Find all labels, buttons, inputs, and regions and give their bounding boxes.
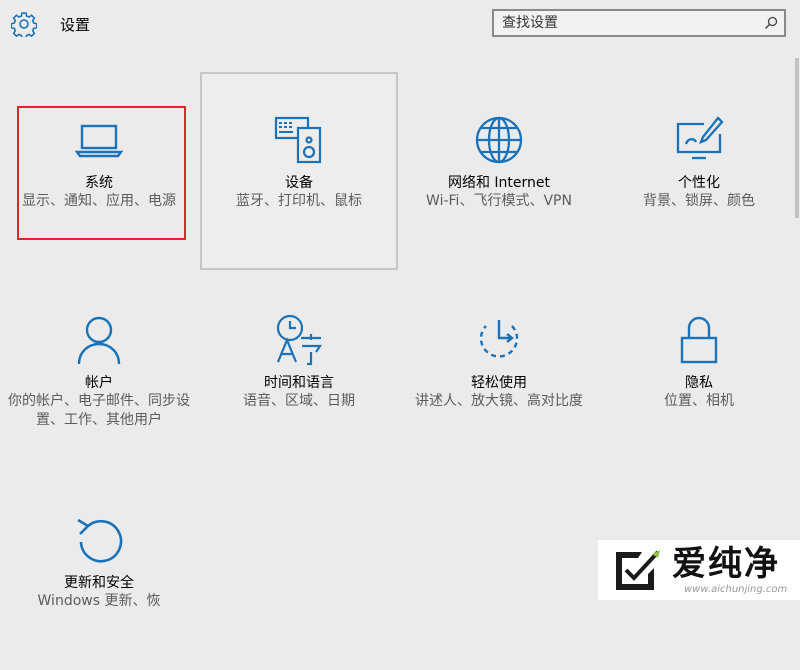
search-icon[interactable] <box>764 16 778 30</box>
ease-of-access-icon <box>479 320 519 358</box>
time-language-icon <box>276 314 323 366</box>
tile-desc: 你的帐户、电子邮件、同步设置、工作、其他用户 <box>8 393 190 428</box>
watermark-text: 爱纯净 <box>672 544 780 584</box>
search-box[interactable] <box>492 9 786 37</box>
devices-icon <box>274 116 322 164</box>
gear-icon[interactable] <box>11 11 37 37</box>
tile-desc: Windows 更新、恢 <box>37 593 161 609</box>
globe-icon <box>475 116 523 164</box>
watermark-url: www.aichunjing.com <box>684 584 788 595</box>
tile-personalization[interactable]: 个性化 背景、锁屏、颜色 <box>600 72 798 270</box>
tile-desc: 蓝牙、打印机、鼠标 <box>236 193 362 209</box>
tile-desc: 显示、通知、应用、电源 <box>22 193 176 209</box>
tile-name: 时间和语言 <box>264 375 334 391</box>
tile-name: 设备 <box>285 175 313 191</box>
search-input[interactable] <box>502 11 752 35</box>
tile-update-security[interactable]: 更新和安全 Windows 更新、恢 <box>0 472 198 670</box>
tile-desc: 语音、区域、日期 <box>243 393 355 409</box>
tile-name: 隐私 <box>685 375 713 391</box>
tile-system[interactable]: 系统 显示、通知、应用、电源 <box>0 72 198 270</box>
update-icon <box>77 518 123 563</box>
tile-time-language[interactable]: 时间和语言 语音、区域、日期 <box>200 272 398 470</box>
personalization-icon <box>676 116 724 160</box>
page-title: 设置 <box>60 16 91 34</box>
tile-name: 轻松使用 <box>471 375 527 391</box>
tile-desc: 讲述人、放大镜、高对比度 <box>415 393 583 409</box>
tile-name: 更新和安全 <box>64 575 134 591</box>
person-icon <box>77 316 121 365</box>
tile-desc: 背景、锁屏、颜色 <box>643 193 755 209</box>
laptop-icon <box>74 124 124 158</box>
header: 设置 <box>0 0 800 50</box>
tile-desc: 位置、相机 <box>664 393 734 409</box>
tile-name: 个性化 <box>678 175 720 191</box>
watermark-logo-icon <box>616 550 660 590</box>
tile-network[interactable]: 网络和 Internet Wi-Fi、飞行模式、VPN <box>400 72 598 270</box>
tile-name: 系统 <box>85 175 113 191</box>
tile-accounts[interactable]: 帐户 你的帐户、电子邮件、同步设置、工作、其他用户 <box>0 272 198 470</box>
tile-ease-of-access[interactable]: 轻松使用 讲述人、放大镜、高对比度 <box>400 272 598 470</box>
tile-name: 网络和 Internet <box>447 175 551 191</box>
tile-name: 帐户 <box>85 375 113 391</box>
lock-icon <box>680 316 718 364</box>
tile-desc: Wi-Fi、飞行模式、VPN <box>426 193 572 209</box>
tile-privacy[interactable]: 隐私 位置、相机 <box>600 272 798 470</box>
tile-devices[interactable]: 设备 蓝牙、打印机、鼠标 <box>200 72 398 270</box>
watermark: 爱纯净 www.aichunjing.com <box>598 540 800 600</box>
